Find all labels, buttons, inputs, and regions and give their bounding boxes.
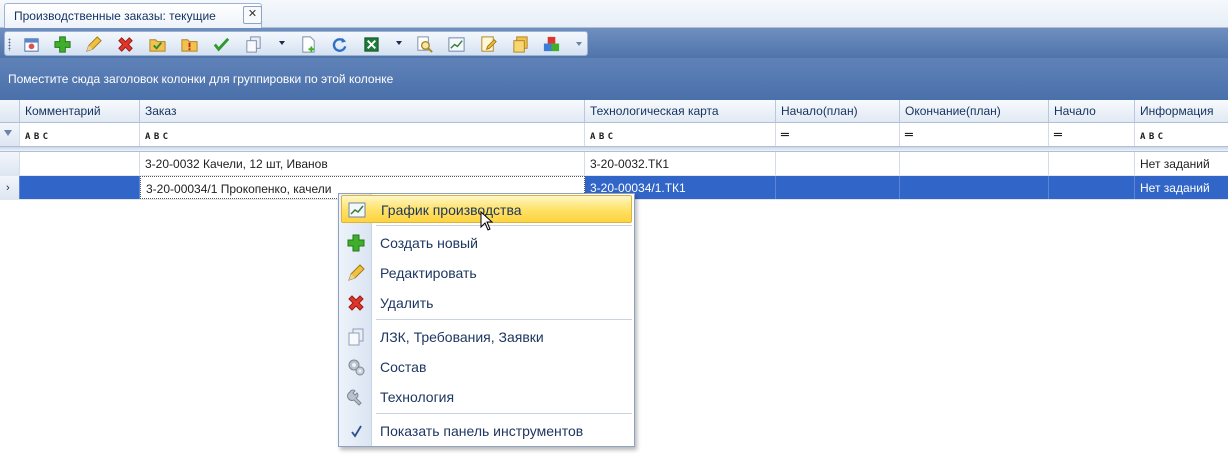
menu-item-label: График производства [381, 202, 522, 218]
column-header-comment[interactable]: Комментарий [20, 100, 140, 122]
filter-indicator [0, 123, 20, 146]
checkmark-icon[interactable] [212, 35, 231, 54]
header-indicator [0, 100, 20, 122]
menu-item-label: Удалить [380, 295, 434, 311]
menu-item-show-toolbar[interactable]: Показать панель инструментов [341, 417, 632, 445]
filter-comment[interactable]: A B C [20, 123, 140, 146]
cell-comment[interactable] [20, 176, 140, 199]
context-menu: График производства Создать новый Редакт… [338, 193, 635, 447]
menu-item-label: Состав [380, 359, 427, 375]
edit-doc-icon[interactable] [479, 35, 498, 54]
cell-order[interactable]: 3-20-0032 Качели, 12 шт, Иванов [140, 152, 585, 175]
production-chart-icon[interactable] [447, 35, 466, 54]
toolbar [4, 31, 588, 56]
edit-pencil-icon[interactable] [84, 35, 103, 54]
folder-check-icon[interactable] [148, 35, 167, 54]
new-doc-icon[interactable] [299, 35, 318, 54]
mouse-cursor-icon [480, 211, 494, 231]
filter-row: A B C A B C A B C ═ ═ ═ A B C [0, 123, 1228, 147]
current-row-arrow-icon: › [6, 182, 10, 194]
text-filter-icon: A B C [590, 132, 613, 142]
edit-pencil-icon [346, 263, 366, 283]
filter-start[interactable]: ═ [1049, 123, 1135, 146]
production-chart-icon [347, 200, 367, 220]
cell-end-plan[interactable] [900, 176, 1049, 199]
copy-docs-dropdown[interactable] [279, 41, 285, 45]
cell-end-plan[interactable] [900, 152, 1049, 175]
add-icon [346, 233, 366, 253]
filter-order[interactable]: A B C [140, 123, 585, 146]
grid-header: Комментарий Заказ Технологическая карта … [0, 100, 1228, 123]
wrench-icon [346, 387, 366, 407]
folder-warning-icon[interactable] [180, 35, 199, 54]
equals-filter-icon: ═ [781, 128, 789, 143]
menu-item-edit[interactable]: Редактировать [341, 259, 632, 287]
menu-item-lzk-requirements[interactable]: ЛЗК, Требования, Заявки [341, 323, 632, 351]
delete-icon [346, 293, 366, 313]
tab-close-button[interactable]: ✕ [243, 6, 262, 24]
menu-item-label: ЛЗК, Требования, Заявки [380, 329, 544, 345]
cell-info[interactable]: Нет заданий [1135, 176, 1228, 199]
equals-filter-icon: ═ [905, 128, 913, 143]
delete-icon[interactable] [116, 35, 135, 54]
equals-filter-icon: ═ [1054, 128, 1062, 143]
excel-icon[interactable] [362, 35, 381, 54]
menu-item-label: Показать панель инструментов [380, 423, 584, 439]
text-filter-icon: A B C [1140, 132, 1163, 142]
group-by-panel[interactable]: Поместите сюда заголовок колонки для гру… [0, 58, 1228, 100]
tab-production-orders[interactable]: Производственные заказы: текущие ✕ [4, 3, 262, 28]
filter-start-plan[interactable]: ═ [776, 123, 900, 146]
docs-icon[interactable] [511, 35, 530, 54]
text-filter-icon: A B C [25, 132, 48, 142]
group-by-hint: Поместите сюда заголовок колонки для гру… [8, 72, 394, 86]
filter-funnel-icon [4, 130, 12, 136]
filter-info[interactable]: A B C [1135, 123, 1228, 146]
column-header-end-plan[interactable]: Окончание(план) [900, 100, 1049, 122]
row-indicator[interactable]: › [0, 176, 20, 199]
menu-separator [376, 225, 632, 226]
filter-end-plan[interactable]: ═ [900, 123, 1049, 146]
cell-techcard[interactable]: 3-20-0032.ТК1 [585, 152, 776, 175]
copy-docs-icon[interactable] [244, 35, 263, 54]
menu-separator [376, 319, 632, 320]
tab-strip: Производственные заказы: текущие ✕ [0, 0, 1228, 28]
column-header-order[interactable]: Заказ [140, 100, 585, 122]
menu-separator [376, 413, 632, 414]
menu-item-create-new[interactable]: Создать новый [341, 229, 632, 257]
column-header-start[interactable]: Начало [1049, 100, 1135, 122]
blocks-icon[interactable] [542, 35, 561, 54]
checkmark-icon [346, 421, 366, 441]
copy-docs-icon [346, 327, 366, 347]
menu-item-delete[interactable]: Удалить [341, 289, 632, 317]
text-filter-icon: A B C [145, 132, 168, 142]
cell-comment[interactable] [20, 152, 140, 175]
table-row[interactable]: 3-20-0032 Качели, 12 шт, Иванов 3-20-003… [0, 152, 1228, 176]
cell-start[interactable] [1049, 176, 1135, 199]
tab-title: Производственные заказы: текущие [14, 9, 216, 23]
menu-item-label: Технология [380, 389, 455, 405]
toolbar-grip[interactable] [8, 38, 11, 51]
column-header-techcard[interactable]: Технологическая карта [585, 100, 776, 122]
column-header-info[interactable]: Информация [1135, 100, 1228, 122]
search-doc-icon[interactable] [415, 35, 434, 54]
add-icon[interactable] [53, 35, 72, 54]
cell-start-plan[interactable] [776, 152, 900, 175]
menu-item-label: Создать новый [380, 235, 478, 251]
cell-start[interactable] [1049, 152, 1135, 175]
column-header-start-plan[interactable]: Начало(план) [776, 100, 900, 122]
refresh-icon[interactable] [330, 35, 349, 54]
filter-techcard[interactable]: A B C [585, 123, 776, 146]
cell-info[interactable]: Нет заданий [1135, 152, 1228, 175]
toolbar-overflow-dropdown[interactable] [576, 42, 582, 46]
excel-dropdown[interactable] [396, 41, 402, 45]
menu-item-technology[interactable]: Технология [341, 383, 632, 411]
calendar-icon[interactable] [22, 35, 41, 54]
menu-item-label: Редактировать [380, 265, 477, 281]
row-indicator[interactable] [0, 152, 20, 175]
cell-start-plan[interactable] [776, 176, 900, 199]
gears-icon [346, 357, 366, 377]
menu-item-composition[interactable]: Состав [341, 353, 632, 381]
